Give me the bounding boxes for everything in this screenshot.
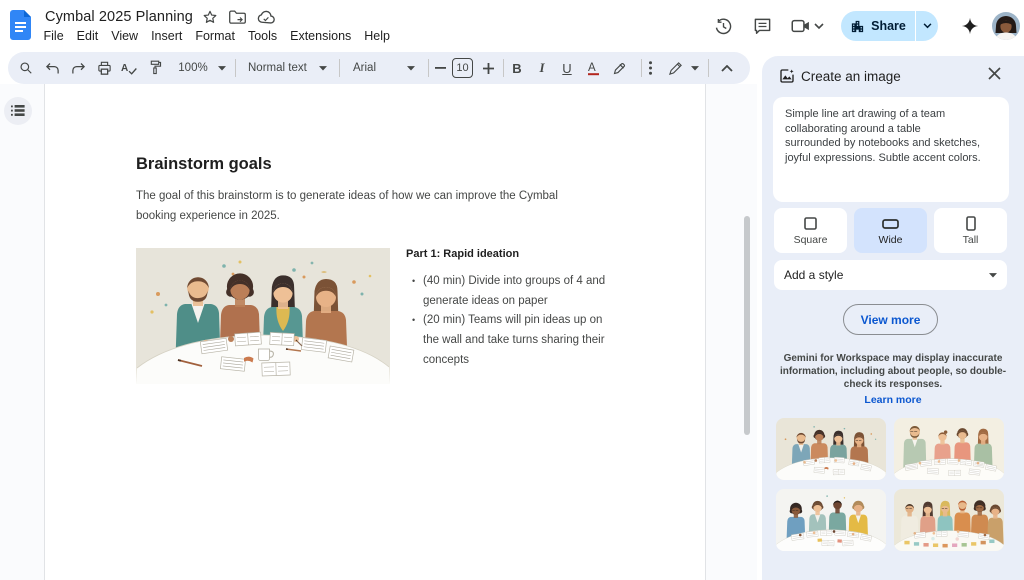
svg-text:A: A	[121, 63, 128, 74]
svg-text:A: A	[588, 62, 596, 74]
